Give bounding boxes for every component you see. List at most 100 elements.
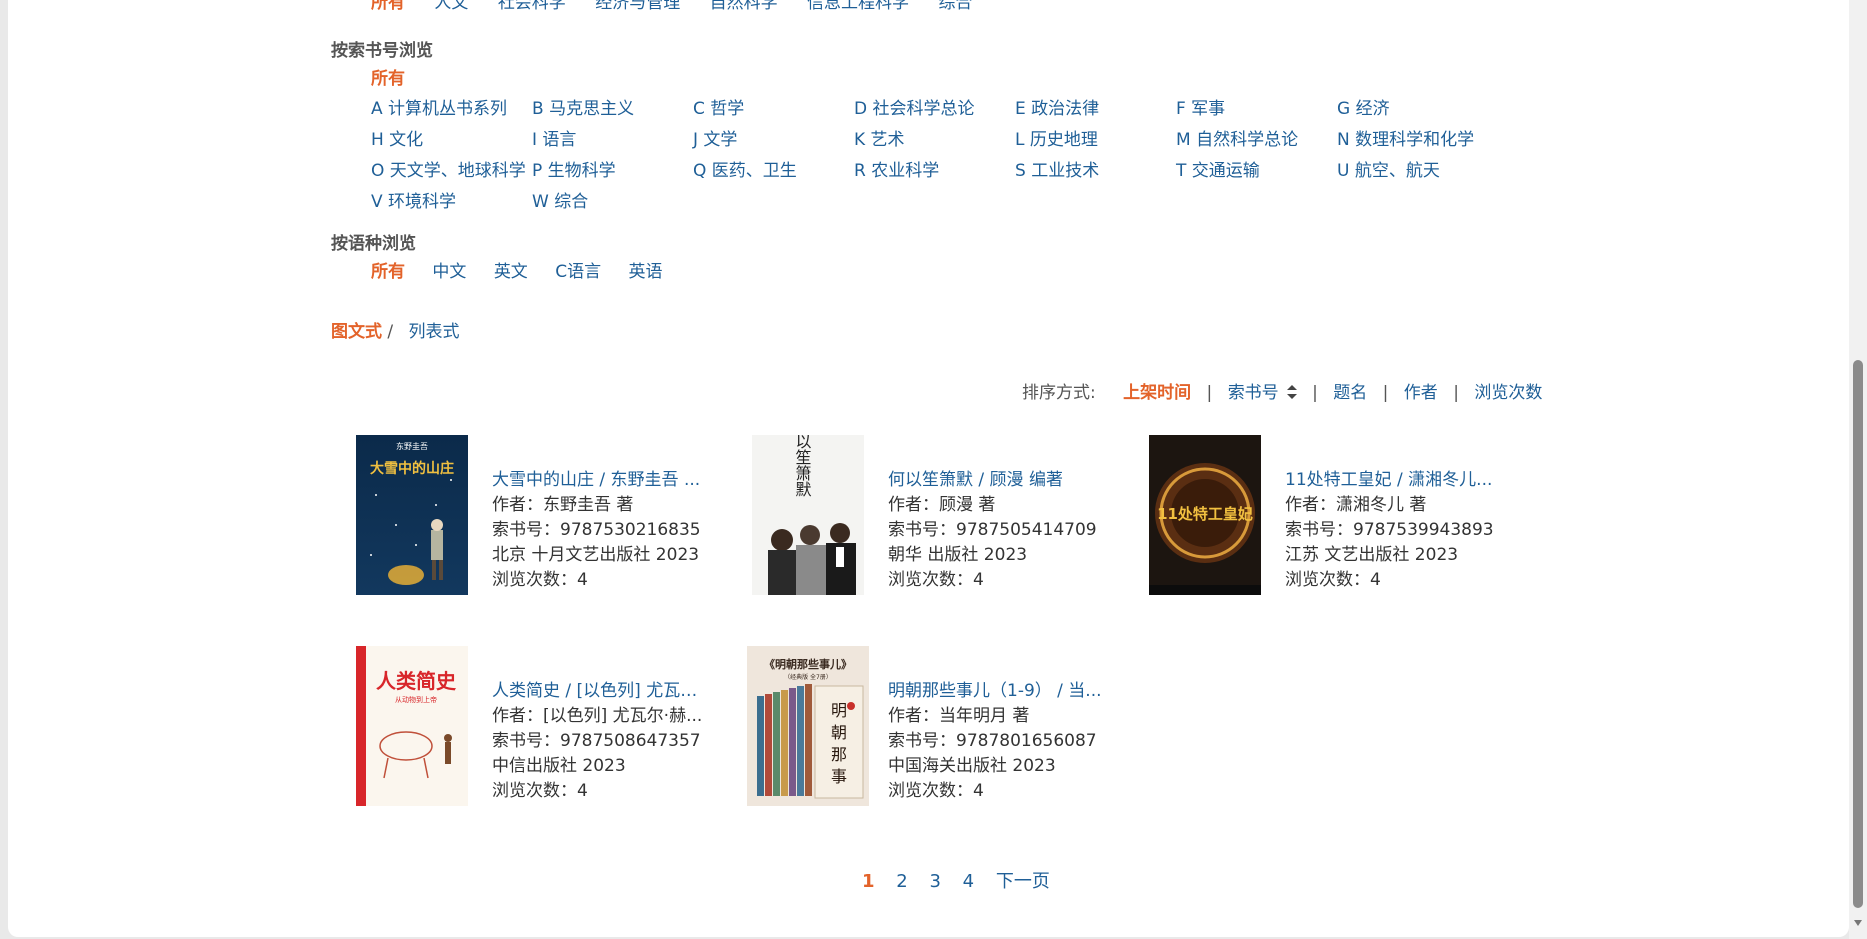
call-number-item[interactable]: W 综合 bbox=[532, 187, 693, 218]
call-number-item[interactable]: I 语言 bbox=[532, 125, 693, 156]
book-author: 作者：潇湘冬儿 著 bbox=[1285, 495, 1427, 515]
page-1[interactable]: 1 bbox=[862, 871, 875, 892]
call-number-item[interactable]: H 文化 bbox=[371, 125, 532, 156]
sort-separator: | bbox=[1312, 383, 1318, 403]
book-views: 浏览次数：4 bbox=[492, 570, 588, 590]
top-category-row: 所有 人文 社会科学 经济与管理 自然科学 信息工程科学 综合 bbox=[371, 0, 996, 13]
call-number-grid: A 计算机丛书系列 B 马克思主义 C 哲学 D 社会科学总论 E 政治法律 F… bbox=[371, 94, 1498, 218]
call-number-item[interactable]: U 航空、航天 bbox=[1337, 156, 1498, 187]
top-category-social-science[interactable]: 社会科学 bbox=[498, 0, 566, 13]
view-image-mode[interactable]: 图文式 bbox=[331, 322, 382, 342]
book-info: 何以笙箫默 / 顾漫 编著 作者：顾漫 著 索书号：9787505414709 … bbox=[888, 468, 1097, 593]
page-2[interactable]: 2 bbox=[896, 871, 907, 892]
call-number-item[interactable]: G 经济 bbox=[1337, 94, 1498, 125]
sort-by-views[interactable]: 浏览次数 bbox=[1474, 383, 1542, 403]
book-cover[interactable]: 《明朝那些事儿》 （经典版 全7册） 明 朝 那 事 bbox=[747, 646, 869, 806]
sort-separator: | bbox=[1453, 383, 1459, 403]
call-number-item[interactable]: V 环境科学 bbox=[371, 187, 532, 218]
book-author: 作者：[以色列] 尤瓦尔·赫... bbox=[492, 706, 703, 726]
top-category-info-engineering[interactable]: 信息工程科学 bbox=[807, 0, 909, 13]
page-4[interactable]: 4 bbox=[963, 871, 974, 892]
call-number-item[interactable]: O 天文学、地球科学 bbox=[371, 156, 532, 187]
book-info: 明朝那些事儿（1-9） / 当... 作者：当年明月 著 索书号：9787801… bbox=[888, 679, 1102, 804]
svg-text:明: 明 bbox=[831, 701, 847, 720]
scrollbar-thumb[interactable] bbox=[1853, 360, 1863, 908]
view-toggle: 图文式 / 列表式 bbox=[331, 317, 460, 342]
call-number-item[interactable]: J 文学 bbox=[693, 125, 854, 156]
book-card: 何以笙箫默 何以笙箫默 / 顾漫 编著 作者：顾漫 著 索书号：97875054… bbox=[752, 435, 1132, 595]
call-number-item[interactable]: R 农业科学 bbox=[854, 156, 1015, 187]
language-english-2[interactable]: 英语 bbox=[629, 262, 663, 282]
svg-text:《明朝那些事儿》: 《明朝那些事儿》 bbox=[764, 657, 852, 671]
book-card: 《明朝那些事儿》 （经典版 全7册） 明 朝 那 事 明朝那些事儿（1-9） /… bbox=[747, 646, 1127, 806]
book-cover[interactable]: 东野圭吾 大雪中的山庄 bbox=[356, 435, 468, 595]
book-title-link[interactable]: 人类简史 / [以色列] 尤瓦尔... bbox=[492, 679, 707, 704]
call-number-heading: 按索书号浏览 bbox=[331, 41, 433, 61]
book-views: 浏览次数：4 bbox=[888, 781, 984, 801]
book-cover[interactable]: 何以笙箫默 bbox=[752, 435, 864, 595]
svg-text:事: 事 bbox=[831, 767, 847, 786]
book-call-number: 索书号：9787505414709 bbox=[888, 520, 1097, 540]
call-number-item[interactable]: S 工业技术 bbox=[1015, 156, 1176, 187]
book-title-link[interactable]: 明朝那些事儿（1-9） / 当... bbox=[888, 679, 1102, 704]
svg-text:东野圭吾: 东野圭吾 bbox=[396, 441, 428, 451]
book-card: 人类简史 从动物到上帝 人类简史 / [以色列] 尤瓦尔... 作者：[以色列]… bbox=[356, 646, 736, 806]
call-number-item[interactable]: M 自然科学总论 bbox=[1176, 125, 1337, 156]
book-author: 作者：当年明月 著 bbox=[888, 706, 1030, 726]
call-number-item[interactable]: P 生物科学 bbox=[532, 156, 693, 187]
call-number-item[interactable]: K 艺术 bbox=[854, 125, 1015, 156]
sort-by-author[interactable]: 作者 bbox=[1404, 383, 1438, 403]
sort-arrows-icon bbox=[1286, 385, 1297, 399]
sort-by-title[interactable]: 题名 bbox=[1333, 383, 1367, 403]
call-number-item[interactable]: L 历史地理 bbox=[1015, 125, 1176, 156]
book-views: 浏览次数：4 bbox=[492, 781, 588, 801]
svg-text:（经典版 全7册）: （经典版 全7册） bbox=[784, 673, 832, 681]
book-cover[interactable]: 11处特工皇妃 bbox=[1149, 435, 1261, 595]
book-cover[interactable]: 人类简史 从动物到上帝 bbox=[356, 646, 468, 806]
top-category-general[interactable]: 综合 bbox=[938, 0, 972, 13]
top-category-humanities[interactable]: 人文 bbox=[434, 0, 468, 13]
book-call-number: 索书号：9787801656087 bbox=[888, 731, 1097, 751]
book-card: 11处特工皇妃 11处特工皇妃 / 潇湘冬儿... 作者：潇湘冬儿 著 索书号：… bbox=[1149, 435, 1529, 595]
language-english[interactable]: 英文 bbox=[494, 262, 528, 282]
book-info: 大雪中的山庄 / 东野圭吾 ... 作者：东野圭吾 著 索书号：97875302… bbox=[492, 468, 701, 593]
view-list-mode[interactable]: 列表式 bbox=[409, 322, 460, 342]
language-all[interactable]: 所有 bbox=[371, 262, 405, 282]
call-number-item[interactable]: C 哲学 bbox=[693, 94, 854, 125]
sort-by-shelf-time[interactable]: 上架时间 bbox=[1123, 383, 1191, 403]
call-number-item[interactable]: F 军事 bbox=[1176, 94, 1337, 125]
language-c[interactable]: C语言 bbox=[555, 262, 601, 282]
call-number-item[interactable]: D 社会科学总论 bbox=[854, 94, 1015, 125]
book-title-link[interactable]: 大雪中的山庄 / 东野圭吾 ... bbox=[492, 468, 701, 493]
book-title-link[interactable]: 何以笙箫默 / 顾漫 编著 bbox=[888, 468, 1097, 493]
top-category-all[interactable]: 所有 bbox=[371, 0, 405, 13]
view-separator: / bbox=[387, 322, 394, 342]
book-info: 11处特工皇妃 / 潇湘冬儿... 作者：潇湘冬儿 著 索书号：97875399… bbox=[1285, 468, 1494, 593]
book-call-number: 索书号：9787530216835 bbox=[492, 520, 701, 540]
call-number-item[interactable]: A 计算机丛书系列 bbox=[371, 94, 532, 125]
sort-separator: | bbox=[1206, 383, 1213, 403]
book-views: 浏览次数：4 bbox=[1285, 570, 1381, 590]
language-row: 所有 中文 英文 C语言 英语 bbox=[371, 257, 685, 282]
page-3[interactable]: 3 bbox=[929, 871, 940, 892]
sort-separator: | bbox=[1382, 383, 1389, 403]
call-number-item[interactable]: Q 医药、卫生 bbox=[693, 156, 854, 187]
top-category-economics[interactable]: 经济与管理 bbox=[595, 0, 680, 13]
book-info: 人类简史 / [以色列] 尤瓦尔... 作者：[以色列] 尤瓦尔·赫... 索书… bbox=[492, 679, 707, 804]
book-title-link[interactable]: 11处特工皇妃 / 潇湘冬儿... bbox=[1285, 468, 1494, 493]
call-number-item[interactable]: E 政治法律 bbox=[1015, 94, 1176, 125]
sort-by-call-number[interactable]: 索书号 bbox=[1228, 383, 1297, 403]
call-number-item[interactable]: B 马克思主义 bbox=[532, 94, 693, 125]
scroll-down-icon[interactable] bbox=[1854, 920, 1862, 926]
top-category-natural-science[interactable]: 自然科学 bbox=[710, 0, 778, 13]
language-chinese[interactable]: 中文 bbox=[432, 262, 466, 282]
call-number-all[interactable]: 所有 bbox=[371, 64, 405, 89]
svg-text:那: 那 bbox=[831, 745, 847, 764]
call-number-item[interactable]: T 交通运输 bbox=[1176, 156, 1337, 187]
call-number-item[interactable]: N 数理科学和化学 bbox=[1337, 125, 1498, 156]
language-heading: 按语种浏览 bbox=[331, 234, 416, 254]
vertical-scrollbar[interactable] bbox=[1849, 0, 1867, 939]
book-author: 作者：顾漫 著 bbox=[888, 495, 996, 515]
book-views: 浏览次数：4 bbox=[888, 570, 984, 590]
next-page-link[interactable]: 下一页 bbox=[996, 871, 1050, 892]
